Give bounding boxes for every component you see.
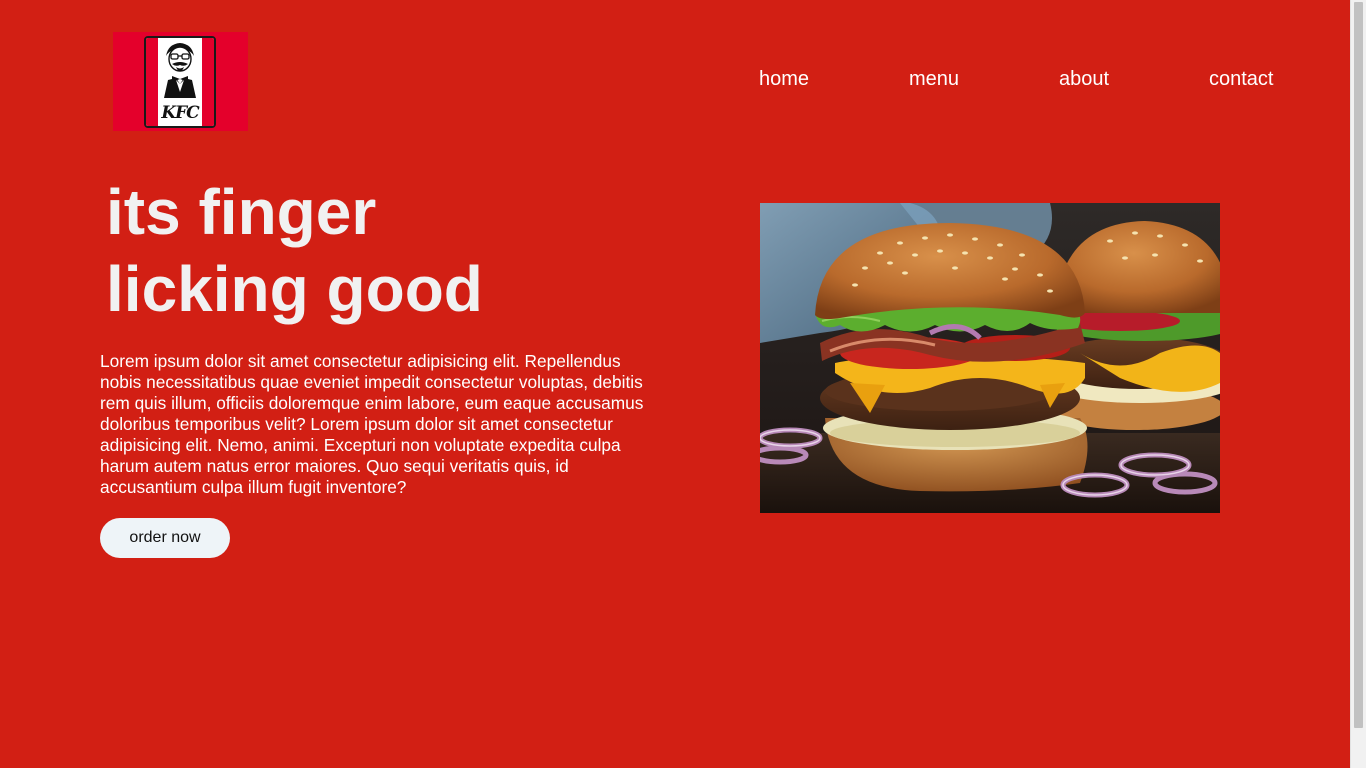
vertical-scrollbar[interactable] [1350,0,1366,768]
hero-title-line-1: its finger [106,176,377,248]
burger-image [760,203,1220,513]
hero-description: Lorem ipsum dolor sit amet consectetur a… [100,351,644,497]
page: KFC home menu about contact its finger l… [0,0,1350,768]
kfc-logo[interactable]: KFC [113,32,248,131]
logo-badge: KFC [144,36,216,128]
nav-link-home[interactable]: home [759,68,809,91]
hero-title: its finger licking good [106,174,626,328]
colonel-face-icon [164,43,196,98]
hero-title-line-2: licking good [106,253,483,325]
order-now-button[interactable]: order now [100,518,230,558]
main-nav: home menu about contact [759,68,1279,96]
scrollbar-thumb[interactable] [1354,2,1363,728]
nav-link-about[interactable]: about [1059,68,1109,91]
nav-link-contact[interactable]: contact [1209,68,1273,91]
nav-link-menu[interactable]: menu [909,68,959,91]
logo-text: KFC [161,103,199,123]
